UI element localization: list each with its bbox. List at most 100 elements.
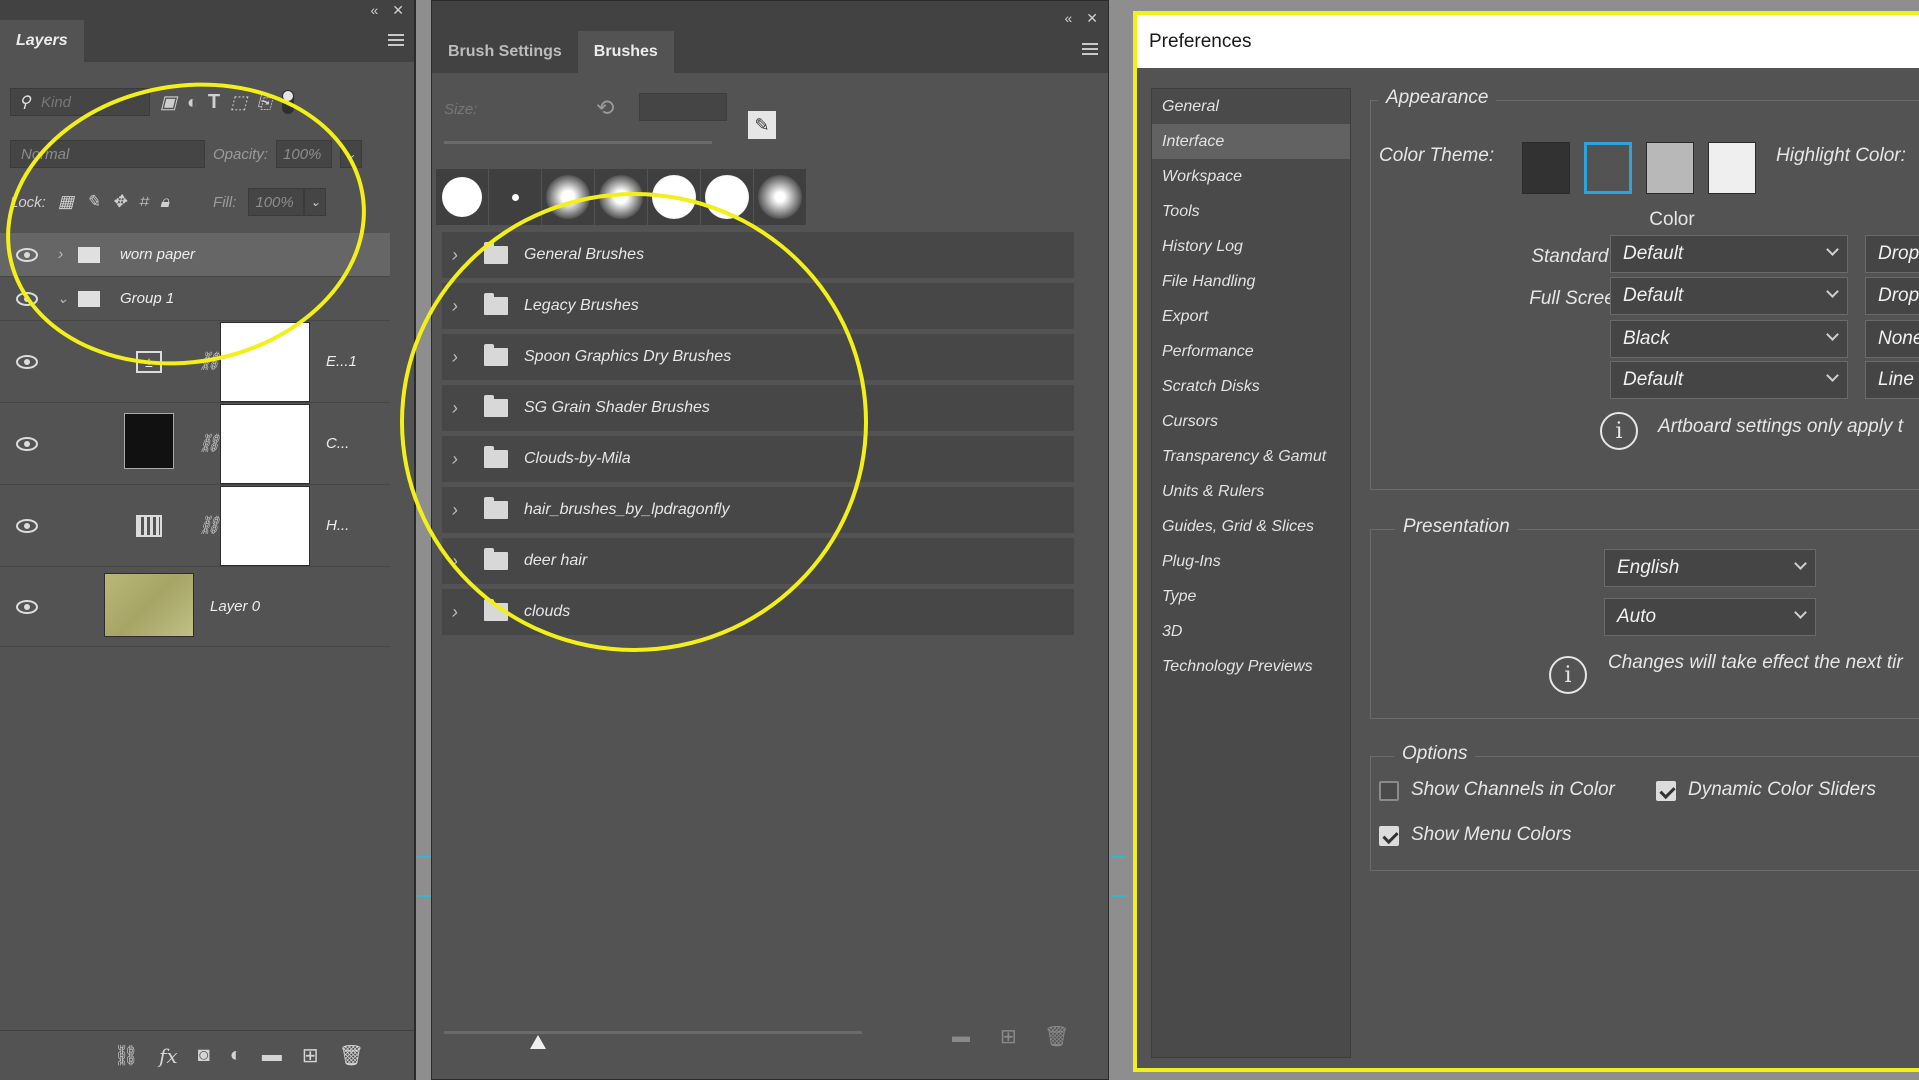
- layer-thumbnail[interactable]: [104, 573, 194, 637]
- dynamic-sliders-checkbox[interactable]: [1656, 781, 1676, 801]
- show-menu-colors-checkbox[interactable]: [1379, 826, 1399, 846]
- ui-language-dropdown[interactable]: English: [1604, 549, 1816, 587]
- layer-mask-thumbnail[interactable]: [220, 486, 310, 566]
- layer-mask-thumbnail[interactable]: [220, 404, 310, 484]
- artboards-color-dropdown[interactable]: Default: [1610, 361, 1848, 399]
- reset-size-icon[interactable]: ⟲: [596, 95, 614, 121]
- ui-scaling-dropdown[interactable]: Auto: [1604, 598, 1816, 636]
- new-brush-icon[interactable]: ⊞: [1000, 1024, 1017, 1049]
- dropdown-value: None: [1878, 328, 1919, 349]
- nav-item-tools[interactable]: Tools: [1152, 194, 1350, 229]
- new-layer-icon[interactable]: ⊞: [302, 1043, 319, 1068]
- layers-tabbar: Layers: [0, 20, 414, 62]
- nav-item-general[interactable]: General: [1152, 89, 1350, 124]
- theme-swatch-dark-selected[interactable]: [1584, 142, 1632, 194]
- visibility-eye-icon[interactable]: [16, 354, 38, 369]
- options-title: Options: [1394, 743, 1476, 765]
- nav-item-workspace[interactable]: Workspace: [1152, 159, 1350, 194]
- dropdown-value: Black: [1623, 328, 1670, 349]
- nav-item-type[interactable]: Type: [1152, 579, 1350, 614]
- tab-brush-settings[interactable]: Brush Settings: [432, 31, 578, 73]
- layer-row[interactable]: ⛓ H...: [0, 485, 390, 567]
- nav-item-scratch-disks[interactable]: Scratch Disks: [1152, 369, 1350, 404]
- brush-tip[interactable]: [436, 169, 488, 225]
- guide-marker: [1112, 895, 1126, 897]
- preferences-nav: General Interface Workspace Tools Histor…: [1151, 88, 1351, 1058]
- full-screen-color-dropdown[interactable]: Black: [1610, 320, 1848, 358]
- dynamic-sliders-label: Dynamic Color Sliders: [1688, 779, 1876, 800]
- fx-icon[interactable]: fx: [159, 1044, 178, 1068]
- size-input[interactable]: [639, 93, 727, 121]
- show-menu-colors-label: Show Menu Colors: [1411, 824, 1572, 845]
- info-icon: i: [1600, 412, 1638, 450]
- nav-item-transparency[interactable]: Transparency & Gamut: [1152, 439, 1350, 474]
- preview-size-slider[interactable]: [444, 1031, 862, 1049]
- dropdown-value: English: [1617, 557, 1680, 578]
- tab-layers[interactable]: Layers: [0, 20, 84, 62]
- chevron-right-icon[interactable]: ›: [452, 602, 466, 623]
- nav-item-interface[interactable]: Interface: [1152, 124, 1350, 159]
- color-fill-thumbnail[interactable]: [124, 413, 174, 469]
- theme-swatch-lightest[interactable]: [1708, 142, 1756, 194]
- full-screen-border-dropdown[interactable]: None: [1865, 320, 1919, 358]
- layer-name[interactable]: C...: [326, 435, 349, 452]
- nav-item-export[interactable]: Export: [1152, 299, 1350, 334]
- size-slider-track[interactable]: [444, 141, 712, 144]
- highlight-circle-brushes: [400, 192, 868, 652]
- nav-item-cursors[interactable]: Cursors: [1152, 404, 1350, 439]
- presentation-title: Presentation: [1395, 516, 1518, 538]
- brush-tip[interactable]: [754, 169, 806, 225]
- add-mask-icon[interactable]: ◙: [198, 1044, 210, 1067]
- chevron-down-icon: [1826, 369, 1839, 382]
- visibility-eye-icon[interactable]: [16, 518, 38, 533]
- close-icon[interactable]: ✕: [1086, 10, 1098, 27]
- collapse-icon[interactable]: «: [1064, 10, 1072, 26]
- layer-name[interactable]: Layer 0: [210, 598, 260, 615]
- link-icon[interactable]: ⛓: [198, 515, 221, 536]
- full-screen-menus-color-dropdown[interactable]: Default: [1610, 277, 1848, 315]
- nav-item-file-handling[interactable]: File Handling: [1152, 264, 1350, 299]
- full-screen-menus-border-dropdown[interactable]: Drop: [1865, 277, 1919, 315]
- theme-swatch-light[interactable]: [1646, 142, 1694, 194]
- layer-row[interactable]: Layer 0: [0, 567, 390, 647]
- link-layers-icon[interactable]: ⛓: [114, 1043, 139, 1068]
- nav-item-units-rulers[interactable]: Units & Rulers: [1152, 474, 1350, 509]
- layer-name[interactable]: E...1: [326, 353, 357, 370]
- panel-header: « ✕: [0, 0, 414, 20]
- adjustment-layer-icon[interactable]: ◐: [230, 1044, 242, 1067]
- tab-brushes[interactable]: Brushes: [577, 31, 674, 73]
- collapse-icon[interactable]: «: [370, 2, 378, 18]
- artboards-border-dropdown[interactable]: Line: [1865, 361, 1919, 399]
- layer-name[interactable]: H...: [326, 517, 349, 534]
- panel-menu-icon[interactable]: [388, 34, 404, 46]
- nav-item-technology-previews[interactable]: Technology Previews: [1152, 649, 1350, 684]
- new-group-icon[interactable]: ▬: [952, 1026, 970, 1047]
- scaling-note: Changes will take effect the next tir: [1608, 652, 1903, 673]
- dropdown-value: Drop: [1878, 243, 1919, 264]
- layer-row[interactable]: ⛓ C...: [0, 403, 390, 485]
- appearance-title: Appearance: [1378, 87, 1497, 109]
- dropdown-value: Default: [1623, 243, 1684, 264]
- nav-item-performance[interactable]: Performance: [1152, 334, 1350, 369]
- hue-saturation-icon: [136, 514, 162, 537]
- standard-screen-color-dropdown[interactable]: Default: [1610, 235, 1848, 273]
- standard-screen-border-dropdown[interactable]: Drop: [1865, 235, 1919, 273]
- slider-handle-icon[interactable]: [530, 1035, 546, 1049]
- nav-item-history-log[interactable]: History Log: [1152, 229, 1350, 264]
- trash-icon[interactable]: 🗑︎: [1044, 1024, 1069, 1049]
- close-icon[interactable]: ✕: [392, 2, 404, 19]
- new-group-icon[interactable]: ▬: [262, 1044, 282, 1067]
- show-channels-label: Show Channels in Color: [1411, 779, 1615, 800]
- nav-item-3d[interactable]: 3D: [1152, 614, 1350, 649]
- info-icon: i: [1549, 656, 1587, 694]
- visibility-eye-icon[interactable]: [16, 436, 38, 451]
- visibility-eye-icon[interactable]: [16, 599, 38, 614]
- show-channels-checkbox[interactable]: [1379, 781, 1399, 801]
- link-icon[interactable]: ⛓: [198, 433, 221, 454]
- nav-item-guides[interactable]: Guides, Grid & Slices: [1152, 509, 1350, 544]
- panel-menu-icon[interactable]: [1082, 43, 1098, 55]
- nav-item-plugins[interactable]: Plug-Ins: [1152, 544, 1350, 579]
- theme-swatch-darkest[interactable]: [1522, 142, 1570, 194]
- trash-icon[interactable]: 🗑︎: [339, 1043, 364, 1068]
- brush-preview-icon[interactable]: ✎: [748, 111, 776, 139]
